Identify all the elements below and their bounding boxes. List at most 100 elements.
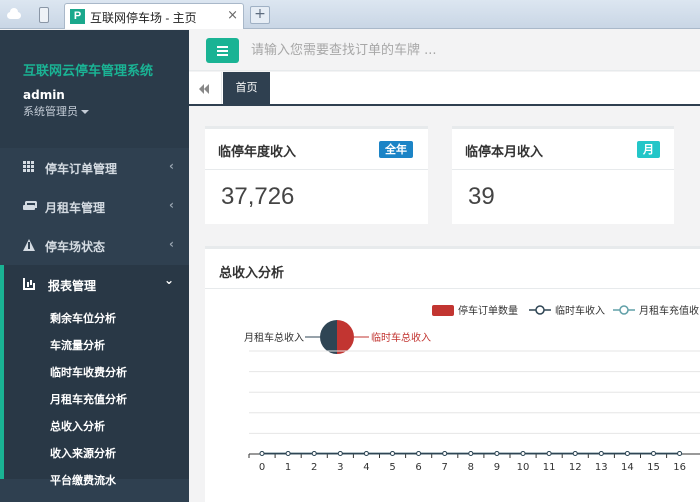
annual-income-value: 37,726 <box>221 183 295 210</box>
sidebar-item-orders[interactable]: 停车订单管理 ‹ <box>0 148 189 187</box>
tab-scroll-left-icon[interactable] <box>189 72 222 104</box>
monthly-income-value: 39 <box>468 183 495 210</box>
role-dropdown[interactable]: 系统管理员 <box>23 103 89 119</box>
card-divider <box>205 169 428 170</box>
monthly-income-card: 临停本月收入 月 39 <box>452 126 674 224</box>
brand-title: 互联网云停车管理系统 <box>23 64 154 79</box>
card-title: 临停本月收入 <box>465 145 544 160</box>
grid-icon <box>23 161 35 173</box>
sidebar-item-label: 停车订单管理 <box>45 162 118 176</box>
parking-favicon-icon: P <box>70 9 85 24</box>
sidebar-subitem-temp-fee[interactable]: 临时车收费分析 <box>50 364 127 380</box>
year-badge: 全年 <box>379 141 413 158</box>
legend-marker-temp <box>535 305 545 315</box>
series-point <box>259 451 265 456</box>
series-point <box>651 451 656 456</box>
series-point <box>311 451 317 456</box>
sidebar-item-parking-status[interactable]: 停车场状态 ‹ <box>0 226 189 265</box>
pie-slice <box>320 320 337 354</box>
page-tab-bar: 首页 <box>189 72 700 106</box>
sidebar-subitem-payment-flow[interactable]: 平台缴费流水 <box>50 472 116 488</box>
card-divider <box>452 169 674 170</box>
chevron-left-icon: ‹ <box>169 159 174 173</box>
legend-label-orders: 停车订单数量 <box>458 304 518 317</box>
sidebar-item-label: 月租车管理 <box>45 201 106 215</box>
browser-tab-strip: P 互联网停车场 - 主页 × + <box>0 0 700 29</box>
tab-home[interactable]: 首页 <box>223 72 270 104</box>
menu-toggle-button[interactable] <box>206 38 239 63</box>
x-tick-label: 0 <box>259 462 265 473</box>
sidebar-subitem-traffic-flow[interactable]: 车流量分析 <box>50 337 105 353</box>
bar-chart-icon <box>23 278 35 290</box>
phone-icon[interactable] <box>35 6 51 23</box>
x-tick-label: 15 <box>647 462 660 473</box>
search-input[interactable] <box>251 38 681 63</box>
sidebar-profile: 互联网云停车管理系统 admin 系统管理员 <box>0 30 189 148</box>
series-point <box>624 451 630 456</box>
x-tick-label: 13 <box>595 462 608 473</box>
pie-label-temp: 临时车总收入 <box>371 331 431 344</box>
sidebar-subitem-remaining-spaces[interactable]: 剩余车位分析 <box>50 310 116 326</box>
month-badge: 月 <box>637 141 660 158</box>
hamburger-icon-line <box>217 46 228 48</box>
hamburger-icon-line <box>217 54 228 56</box>
chart-title: 总收入分析 <box>219 266 285 281</box>
chevron-down-icon: ⌄ <box>163 273 174 287</box>
road-icon <box>23 239 35 251</box>
cloud-icon[interactable] <box>6 6 22 22</box>
series-point <box>468 451 474 456</box>
sidebar: 互联网云停车管理系统 admin 系统管理员 停车订单管理 ‹ 月租车管理 ‹ … <box>0 30 189 502</box>
series-point <box>416 451 422 456</box>
series-point <box>494 451 500 456</box>
legend-label-monthly: 月租车充值收 <box>639 304 699 317</box>
x-tick-label: 12 <box>569 462 582 473</box>
top-header <box>189 30 700 71</box>
x-tick-label: 5 <box>389 462 395 473</box>
chevron-left-icon: ‹ <box>169 237 174 251</box>
username: admin <box>23 88 65 102</box>
series-point <box>442 451 448 456</box>
sidebar-item-reports[interactable]: 报表管理 ⌄ 剩余车位分析 车流量分析 临时车收费分析 月租车充值分析 总收入分… <box>0 265 189 487</box>
pie-slice <box>337 320 354 354</box>
role-label: 系统管理员 <box>23 105 78 118</box>
x-tick-label: 16 <box>673 462 686 473</box>
income-chart-card: 总收入分析 停车订单数量 临时车收入 月租车充值收 月租车总收入 临时车总收入 012… <box>205 246 700 502</box>
series-point <box>598 451 604 456</box>
car-icon <box>23 200 37 212</box>
sidebar-subitem-total-income[interactable]: 总收入分析 <box>50 418 105 434</box>
browser-tab-title: 互联网停车场 - 主页 <box>90 11 197 25</box>
close-tab-icon[interactable]: × <box>227 8 238 23</box>
x-tick-label: 9 <box>494 462 500 473</box>
sidebar-subitem-monthly-recharge[interactable]: 月租车充值分析 <box>50 391 127 407</box>
new-tab-button[interactable]: + <box>250 6 270 24</box>
chevron-left-icon: ‹ <box>169 198 174 212</box>
hamburger-icon-line <box>217 50 228 52</box>
legend-label-temp: 临时车收入 <box>555 304 605 317</box>
income-chart: 停车订单数量 临时车收入 月租车充值收 月租车总收入 临时车总收入 012345678… <box>244 304 700 473</box>
x-tick-label: 1 <box>285 462 291 473</box>
x-tick-label: 2 <box>311 462 317 473</box>
x-tick-label: 8 <box>468 462 474 473</box>
series-point <box>546 451 552 456</box>
sidebar-item-label: 报表管理 <box>48 279 97 293</box>
legend-marker-monthly <box>619 305 629 315</box>
series-point <box>285 451 291 456</box>
caret-down-icon <box>81 110 89 114</box>
sidebar-subitem-income-source[interactable]: 收入来源分析 <box>50 445 116 461</box>
series-point <box>572 451 578 456</box>
x-tick-label: 4 <box>363 462 369 473</box>
browser-tab[interactable]: P 互联网停车场 - 主页 × <box>64 3 244 29</box>
card-title: 临停年度收入 <box>218 145 297 160</box>
sidebar-item-monthly-cars[interactable]: 月租车管理 ‹ <box>0 187 189 226</box>
x-tick-label: 7 <box>442 462 448 473</box>
legend-swatch-orders <box>432 305 454 316</box>
series-point <box>363 451 369 456</box>
x-tick-label: 14 <box>621 462 634 473</box>
series-point <box>337 451 343 456</box>
pie-label-monthly: 月租车总收入 <box>244 331 304 344</box>
x-tick-label: 10 <box>517 462 530 473</box>
annual-income-card: 临停年度收入 全年 37,726 <box>205 126 428 224</box>
series-point <box>390 451 395 456</box>
series-point <box>520 451 526 456</box>
x-tick-label: 3 <box>337 462 343 473</box>
